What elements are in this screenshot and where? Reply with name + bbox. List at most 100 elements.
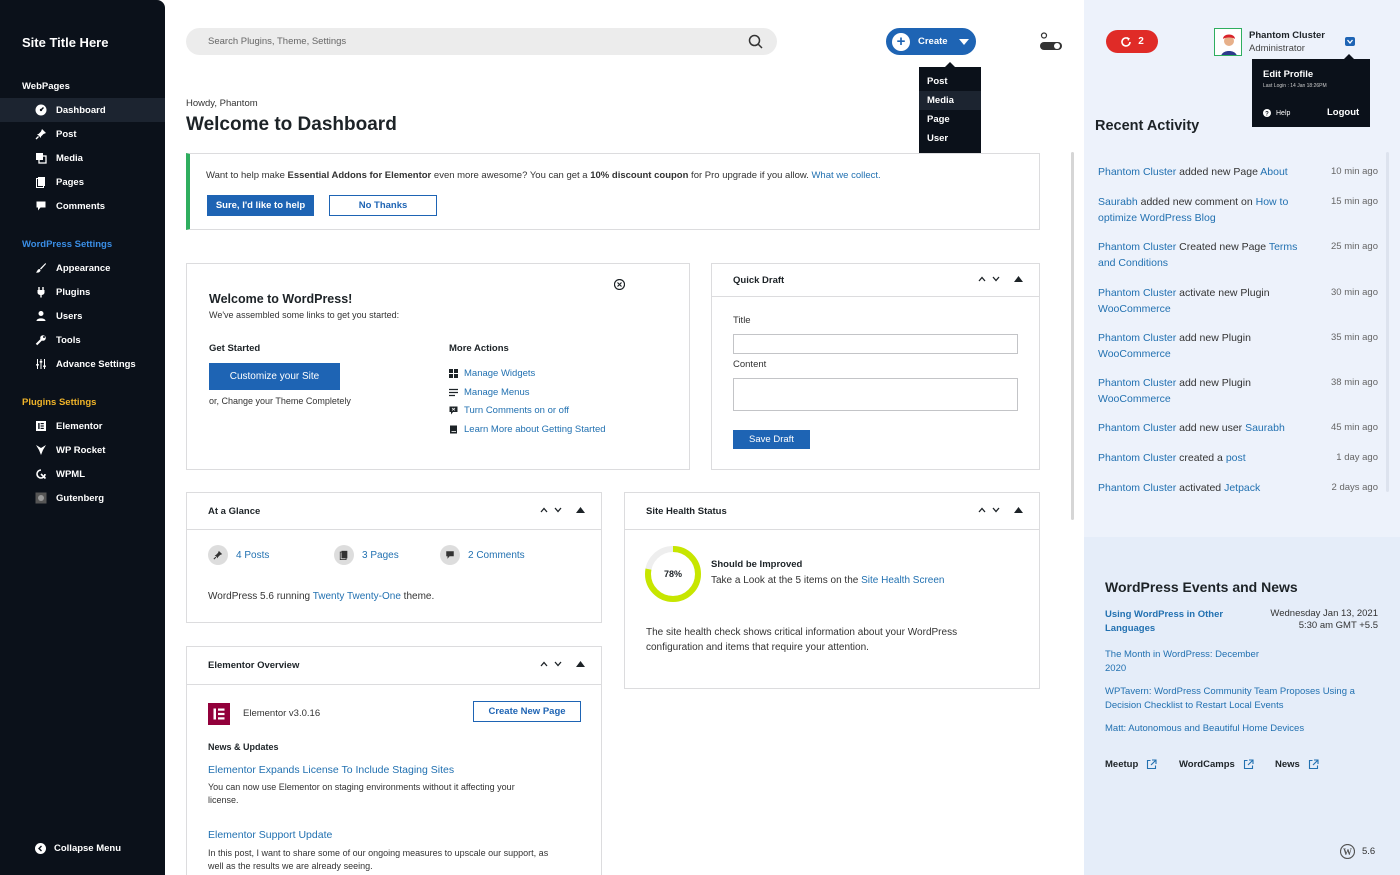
what-we-collect-link[interactable]: What we collect. xyxy=(811,170,880,181)
collapse-panel-icon[interactable] xyxy=(576,507,585,513)
avatar[interactable] xyxy=(1214,28,1242,56)
sidebar-item-advance-settings[interactable]: Advance Settings xyxy=(0,352,165,376)
sidebar-item-post[interactable]: Post xyxy=(0,122,165,146)
activity-user-link[interactable]: Phantom Cluster xyxy=(1098,377,1176,389)
move-up-icon[interactable] xyxy=(540,507,548,513)
collapse-panel-icon[interactable] xyxy=(576,661,585,667)
create-new-page-button[interactable]: Create New Page xyxy=(473,701,581,722)
news-link[interactable]: Matt: Autonomous and Beautiful Home Devi… xyxy=(1105,722,1375,736)
wordcamps-link[interactable]: WordCamps xyxy=(1179,759,1254,770)
activity-user-link[interactable]: Phantom Cluster xyxy=(1098,452,1176,464)
search-input[interactable]: Search Plugins, Theme, Settings xyxy=(208,36,346,47)
site-health-screen-link[interactable]: Site Health Screen xyxy=(861,575,944,586)
updates-badge[interactable]: 2 xyxy=(1106,30,1158,53)
customize-site-button[interactable]: Customize your Site xyxy=(209,363,340,390)
activity-user-link[interactable]: Saurabh xyxy=(1098,196,1138,208)
meetup-link[interactable]: Meetup xyxy=(1105,759,1157,770)
event-link[interactable]: Using WordPress in Other Languages xyxy=(1105,608,1235,636)
right-panel-scrollbar[interactable] xyxy=(1386,152,1389,492)
search-bar[interactable]: Search Plugins, Theme, Settings xyxy=(186,28,777,55)
create-menu-post[interactable]: Post xyxy=(919,72,981,91)
help-link[interactable]: ? Help xyxy=(1263,109,1290,117)
move-down-icon[interactable] xyxy=(992,276,1000,282)
create-menu-page[interactable]: Page xyxy=(919,110,981,129)
sidebar-item-wpml[interactable]: WPML xyxy=(0,462,165,486)
move-down-icon[interactable] xyxy=(554,661,562,667)
elementor-logo-icon xyxy=(208,703,230,725)
edit-profile-link[interactable]: Edit Profile xyxy=(1263,69,1313,80)
move-up-icon[interactable] xyxy=(540,661,548,667)
learn-more-link[interactable]: Learn More about Getting Started xyxy=(449,424,606,435)
sidebar-item-comments[interactable]: Comments xyxy=(0,194,165,218)
sidebar-item-media[interactable]: Media xyxy=(0,146,165,170)
activity-target-link[interactable]: About xyxy=(1260,166,1287,178)
sidebar-item-elementor[interactable]: Elementor xyxy=(0,414,165,438)
activity-user-link[interactable]: Phantom Cluster xyxy=(1098,241,1176,253)
user-name[interactable]: Phantom Cluster xyxy=(1249,30,1325,41)
activity-target-link[interactable]: post xyxy=(1226,452,1246,464)
collapse-panel-icon[interactable] xyxy=(1014,507,1023,513)
news-link[interactable]: The Month in WordPress: December 2020 xyxy=(1105,648,1275,676)
news-page-link[interactable]: News xyxy=(1275,759,1319,770)
draft-content-textarea[interactable] xyxy=(733,378,1018,411)
sidebar-item-users[interactable]: Users xyxy=(0,304,165,328)
theme-toggle[interactable] xyxy=(1039,31,1063,53)
activity-target-link[interactable]: Jetpack xyxy=(1224,482,1260,494)
sidebar-item-appearance[interactable]: Appearance xyxy=(0,256,165,280)
pin-icon xyxy=(35,128,47,140)
sidebar-item-pages[interactable]: Pages xyxy=(0,170,165,194)
site-title[interactable]: Site Title Here xyxy=(22,35,108,50)
news-link[interactable]: WPTavern: WordPress Community Team Propo… xyxy=(1105,685,1375,713)
sidebar-item-plugins[interactable]: Plugins xyxy=(0,280,165,304)
activity-target-link[interactable]: WooCommerce xyxy=(1098,393,1171,405)
activity-user-link[interactable]: Phantom Cluster xyxy=(1098,287,1176,299)
move-down-icon[interactable] xyxy=(554,507,562,513)
news-description-line: well as the results we are already seein… xyxy=(208,861,373,871)
no-thanks-button[interactable]: No Thanks xyxy=(329,195,437,216)
activity-time: 10 min ago xyxy=(1330,166,1378,177)
activity-user-link[interactable]: Phantom Cluster xyxy=(1098,166,1176,178)
news-title-link[interactable]: Elementor Expands License To Include Sta… xyxy=(208,764,454,776)
create-button[interactable]: + Create xyxy=(886,28,976,55)
glance-pages-link[interactable]: 3 Pages xyxy=(334,545,399,565)
move-up-icon[interactable] xyxy=(978,507,986,513)
dismiss-icon[interactable] xyxy=(614,279,625,290)
save-draft-button[interactable]: Save Draft xyxy=(733,430,810,449)
theme-link[interactable]: Twenty Twenty-One xyxy=(313,591,401,602)
sidebar-item-gutenberg[interactable]: Gutenberg xyxy=(0,486,165,510)
activity-target-link[interactable]: WooCommerce xyxy=(1098,303,1171,315)
search-icon[interactable] xyxy=(748,34,763,49)
turn-comments-link[interactable]: Turn Comments on or off xyxy=(449,405,569,416)
activity-target-link[interactable]: Saurabh xyxy=(1245,422,1285,434)
create-menu-user[interactable]: User xyxy=(919,129,981,148)
activity-user-link[interactable]: Phantom Cluster xyxy=(1098,422,1176,434)
activity-user-link[interactable]: Phantom Cluster xyxy=(1098,482,1176,494)
draft-title-label: Title xyxy=(733,315,751,326)
pages-icon xyxy=(35,176,47,188)
move-up-icon[interactable] xyxy=(978,276,986,282)
sidebar-item-dashboard[interactable]: Dashboard xyxy=(0,98,165,122)
sidebar-item-wp-rocket[interactable]: WP Rocket xyxy=(0,438,165,462)
activity-time: 30 min ago xyxy=(1330,287,1378,298)
activity-user-link[interactable]: Phantom Cluster xyxy=(1098,332,1176,344)
move-down-icon[interactable] xyxy=(992,507,1000,513)
collapse-menu-button[interactable]: Collapse Menu xyxy=(35,843,121,854)
caret-down-icon[interactable] xyxy=(958,38,969,45)
activity-target-link[interactable]: WooCommerce xyxy=(1098,348,1171,360)
logout-link[interactable]: Logout xyxy=(1327,107,1359,118)
sidebar-item-tools[interactable]: Tools xyxy=(0,328,165,352)
glance-comments-link[interactable]: 2 Comments xyxy=(440,545,525,565)
user-menu-toggle[interactable] xyxy=(1345,37,1355,46)
draft-title-input[interactable] xyxy=(733,334,1018,354)
manage-widgets-link[interactable]: Manage Widgets xyxy=(449,368,535,379)
glance-posts-link[interactable]: 4 Posts xyxy=(208,545,269,565)
create-menu-media[interactable]: Media xyxy=(919,91,981,110)
collapse-panel-icon[interactable] xyxy=(1014,276,1023,282)
wpml-icon xyxy=(35,468,47,480)
manage-menus-link[interactable]: Manage Menus xyxy=(449,387,529,398)
health-status: Should be Improved xyxy=(711,559,803,570)
main-scrollbar[interactable] xyxy=(1071,152,1074,520)
accept-help-button[interactable]: Sure, I'd like to help xyxy=(207,195,314,216)
change-theme-link[interactable]: or, Change your Theme Completely xyxy=(209,396,351,406)
news-title-link[interactable]: Elementor Support Update xyxy=(208,829,332,841)
